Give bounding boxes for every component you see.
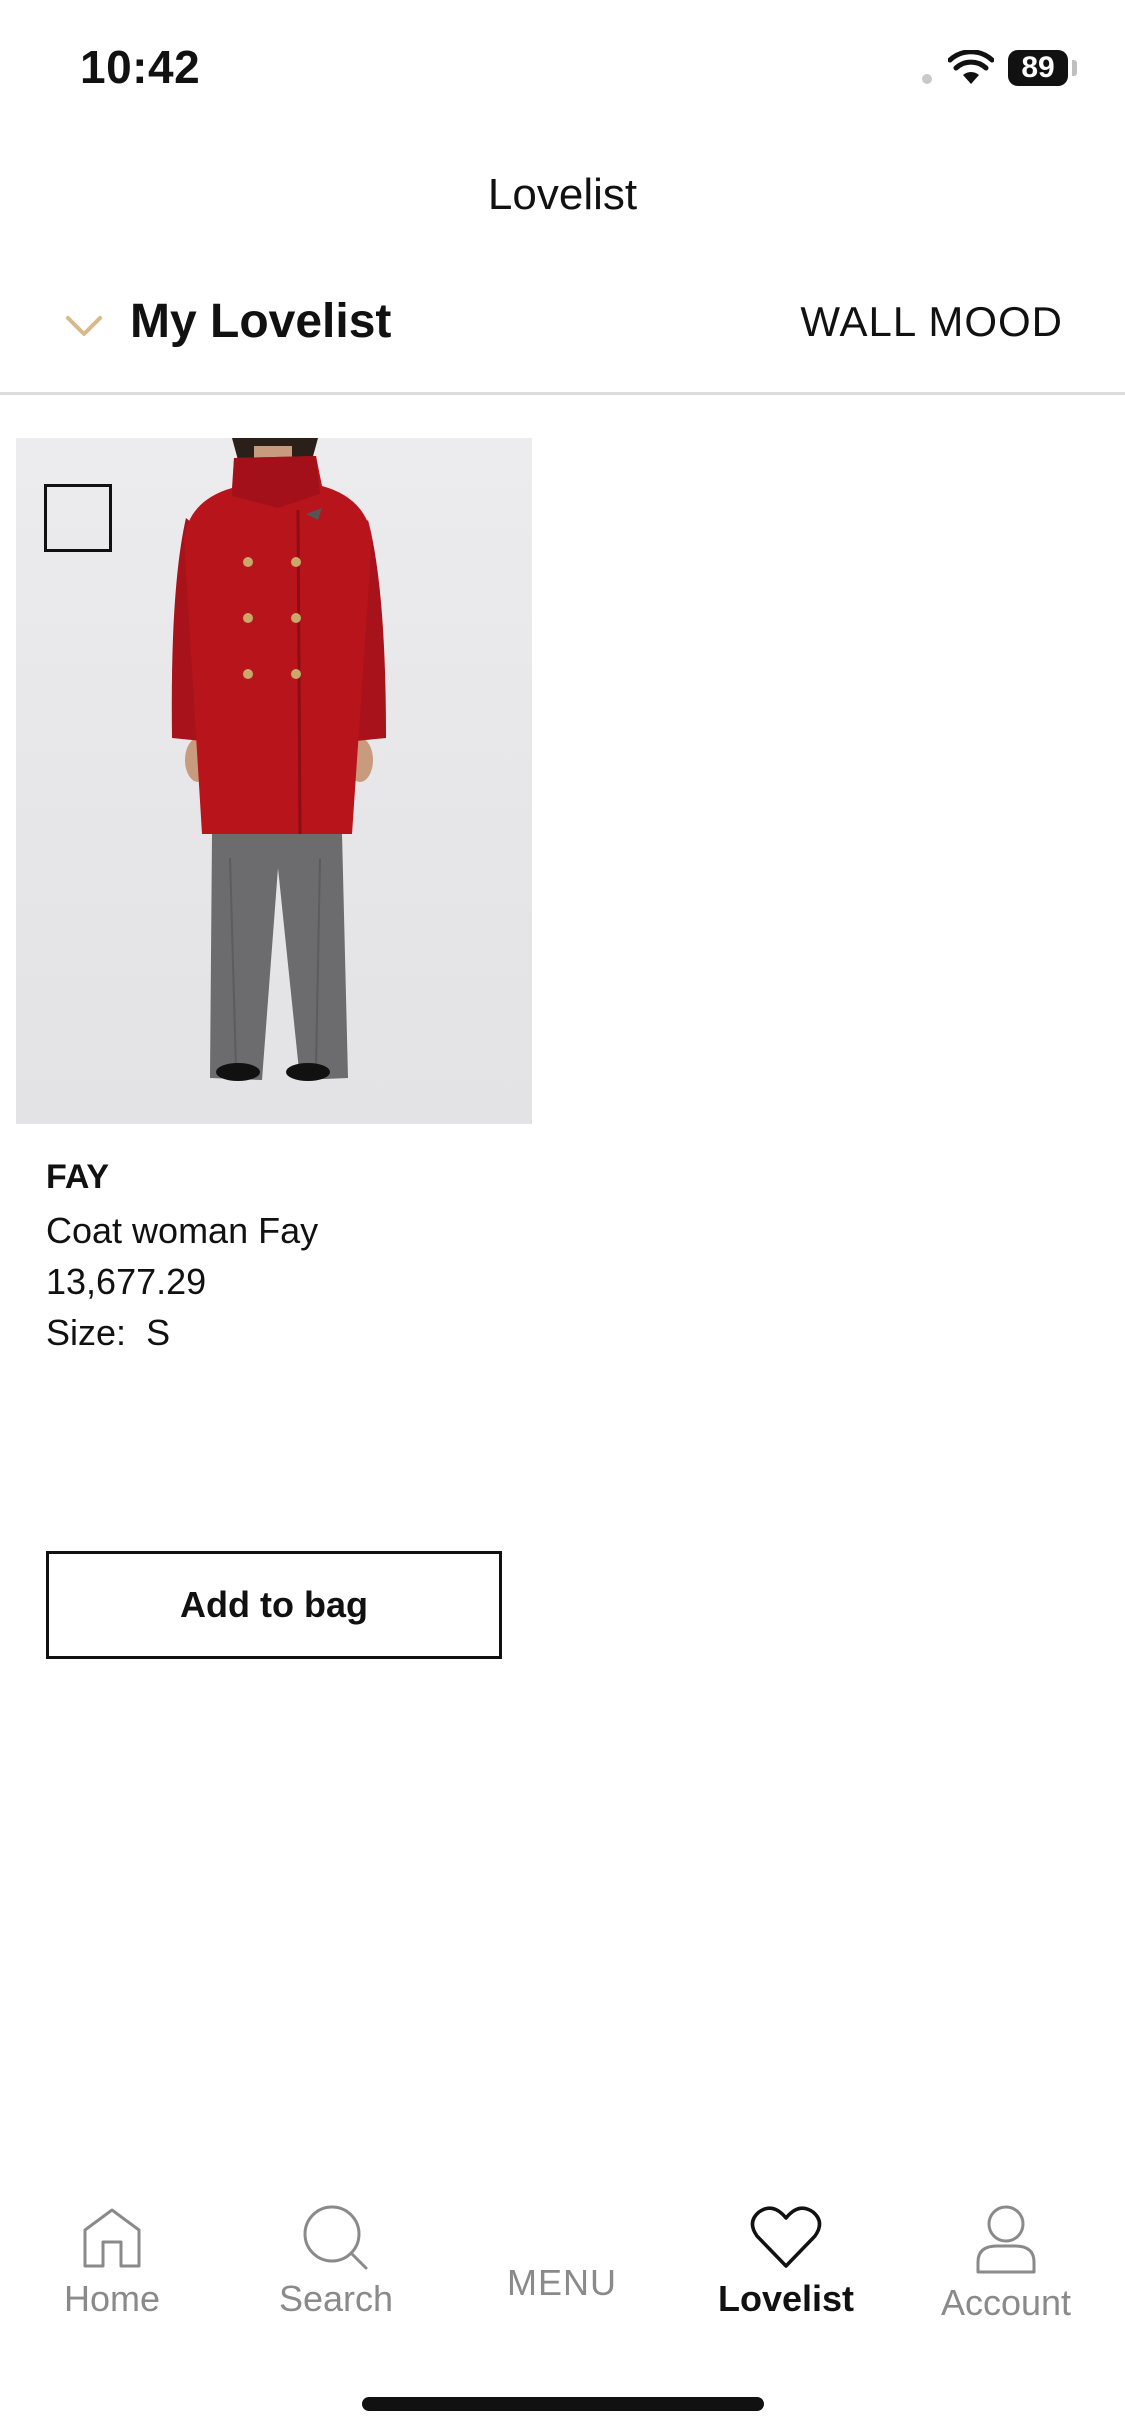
tab-account-label: Account — [940, 2282, 1072, 2323]
select-checkbox[interactable] — [44, 484, 112, 552]
page-title: Lovelist — [487, 170, 638, 219]
chevron-down-icon[interactable] — [64, 310, 104, 340]
home-icon — [83, 2208, 141, 2268]
heart-icon — [750, 2206, 822, 2268]
status-bar: 10:42 89 — [0, 0, 1125, 130]
tab-menu-label: MENU — [507, 2262, 617, 2303]
battery-tip — [1072, 60, 1077, 76]
status-time: 10:42 — [80, 41, 201, 93]
lovelist-selector-row: My Lovelist WALL MOOD — [0, 280, 1125, 390]
search-icon — [303, 2205, 368, 2270]
header-divider — [0, 392, 1125, 395]
tab-search-label: Search — [278, 2278, 394, 2319]
tab-lovelist-label: Lovelist — [717, 2278, 855, 2319]
product-price: 13,677.29 — [46, 1261, 207, 1302]
product-brand: FAY — [46, 1158, 110, 1196]
size-value: S — [146, 1312, 171, 1353]
tab-bar: Home Search MENU Lovelist Account — [0, 2190, 1125, 2370]
lovelist-dropdown[interactable]: My Lovelist — [130, 294, 391, 349]
tab-menu[interactable]: MENU — [462, 2190, 662, 2360]
battery-icon: 89 — [1008, 50, 1068, 86]
wifi-icon — [948, 50, 994, 84]
size-label: Size: — [46, 1312, 127, 1353]
wall-mood-button[interactable]: WALL MOOD — [800, 298, 1063, 346]
tab-search[interactable]: Search — [236, 2190, 436, 2360]
product-image[interactable] — [16, 438, 532, 1124]
product-size: Size: S — [46, 1312, 170, 1354]
tab-home-label: Home — [63, 2278, 161, 2319]
account-icon — [976, 2205, 1036, 2274]
lovelist-screen: 10:42 89 Lovelist My Lovelist WALL MOOD — [0, 0, 1125, 2436]
home-indicator[interactable] — [362, 2397, 764, 2411]
tab-lovelist[interactable]: Lovelist — [686, 2190, 886, 2360]
add-to-bag-button[interactable]: Add to bag — [46, 1551, 502, 1659]
tab-account[interactable]: Account — [906, 2190, 1106, 2360]
product-name[interactable]: Coat woman Fay — [46, 1210, 318, 1252]
tab-home[interactable]: Home — [12, 2190, 212, 2360]
status-dot-icon — [922, 74, 932, 84]
